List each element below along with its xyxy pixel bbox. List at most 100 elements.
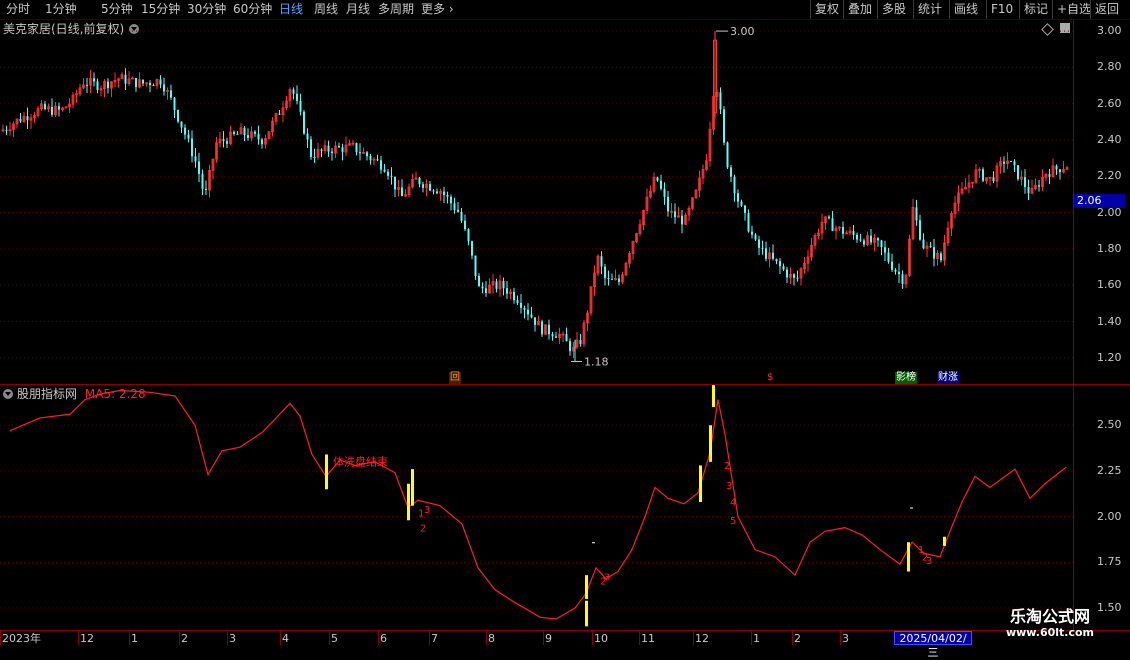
indicator-tick-label: 1.75 xyxy=(1097,555,1122,569)
candle-body xyxy=(44,103,46,109)
candle-body xyxy=(877,238,879,241)
candle-body xyxy=(901,274,904,284)
period-tab-9[interactable]: 多周期 xyxy=(378,1,414,18)
candle-body xyxy=(201,174,204,189)
signal-bar xyxy=(411,469,414,506)
time-axis-label: 2 xyxy=(794,632,801,645)
candle-body xyxy=(663,188,666,197)
candle-body xyxy=(355,143,358,153)
period-tab-1[interactable]: 1分钟 xyxy=(45,1,77,18)
toolbar-button-0[interactable]: 复权 xyxy=(815,1,839,18)
toolbar-button-8[interactable]: 返回 xyxy=(1095,1,1119,18)
time-axis-label: 10 xyxy=(594,632,608,645)
period-tab-4[interactable]: 30分钟 xyxy=(187,1,226,18)
event-marker-2[interactable]: 影榜 xyxy=(895,372,917,384)
candle-body xyxy=(58,106,60,110)
time-axis-separator xyxy=(0,631,1,645)
candle-body xyxy=(194,156,197,162)
candle-body xyxy=(1017,165,1019,180)
candle-body xyxy=(859,239,862,241)
candle-body xyxy=(758,239,760,248)
candle-body xyxy=(863,240,865,245)
candle-body xyxy=(443,191,445,195)
candle-body xyxy=(1013,161,1016,166)
candle-body xyxy=(96,81,99,91)
candle-body xyxy=(303,111,305,134)
period-tab-8[interactable]: 月线 xyxy=(346,1,370,18)
time-axis-label: 2 xyxy=(181,632,188,645)
current-price-tag: 2.06 xyxy=(1074,194,1125,208)
candle-body xyxy=(565,334,568,342)
candle-body xyxy=(299,100,302,112)
toolbar-button-1[interactable]: 叠加 xyxy=(848,1,872,18)
toolbar-button-2[interactable]: 多股 xyxy=(882,1,906,18)
event-marker-3[interactable]: 财涨 xyxy=(937,372,959,384)
period-tab-10[interactable]: 更多 › xyxy=(421,1,454,18)
toolbar-button-7[interactable]: +自选 xyxy=(1057,1,1091,18)
watermark-url: www.60lt.com xyxy=(1005,626,1095,639)
candle-body xyxy=(992,177,995,182)
toolbar-separator xyxy=(843,0,844,19)
candle-body xyxy=(607,278,610,280)
candle-body xyxy=(502,280,505,289)
candle-body xyxy=(471,241,473,256)
event-marker-1[interactable]: $ xyxy=(766,372,774,384)
candle-body xyxy=(159,79,162,85)
candle-body xyxy=(474,255,477,276)
time-axis-label: 9 xyxy=(545,632,552,645)
time-axis-separator xyxy=(543,631,544,645)
candle-body xyxy=(383,169,386,172)
candle-body xyxy=(292,89,295,94)
candle-body xyxy=(513,291,515,301)
time-axis-separator xyxy=(280,631,281,645)
candle-body xyxy=(674,211,676,218)
time-axis-label: 2023年 xyxy=(2,632,41,645)
period-tab-3[interactable]: 15分钟 xyxy=(141,1,180,18)
signal-bar xyxy=(943,536,946,546)
candle-body xyxy=(390,175,393,177)
candle-body xyxy=(205,188,207,191)
candle-body xyxy=(660,180,662,189)
candle-body xyxy=(880,240,883,248)
candle-body xyxy=(418,177,421,185)
period-tab-7[interactable]: 周线 xyxy=(314,1,338,18)
time-axis-separator xyxy=(329,631,330,645)
candle-body xyxy=(1038,185,1040,187)
candle-body xyxy=(527,309,529,315)
candle-body xyxy=(327,145,330,152)
candle-body xyxy=(338,146,340,148)
candle-body xyxy=(226,140,228,144)
candle-body xyxy=(198,161,200,175)
toolbar-button-6[interactable]: 标记 xyxy=(1024,1,1048,18)
candle-body xyxy=(856,234,858,240)
candle-body xyxy=(369,156,372,160)
period-tab-5[interactable]: 60分钟 xyxy=(233,1,272,18)
toolbar-button-5[interactable]: F10 xyxy=(991,1,1013,18)
period-tab-6[interactable]: 日线 xyxy=(279,1,303,18)
kline-chart[interactable]: 3.001.18体洗盘结束1 32232345123 xyxy=(0,20,1073,630)
time-axis-separator xyxy=(179,631,180,645)
candle-body xyxy=(243,127,246,136)
candle-body xyxy=(744,205,746,214)
candle-body xyxy=(26,116,29,121)
period-tab-2[interactable]: 5分钟 xyxy=(101,1,133,18)
event-marker-0[interactable]: 回 xyxy=(449,372,461,384)
toolbar-separator xyxy=(810,0,811,19)
candle-body xyxy=(719,92,722,110)
candle-body xyxy=(149,82,151,86)
candle-body xyxy=(1010,161,1012,163)
candle-body xyxy=(604,266,606,279)
toolbar-button-3[interactable]: 统计 xyxy=(918,1,942,18)
wash-end-annotation: 体洗盘结束 xyxy=(333,454,388,468)
candle-body xyxy=(723,109,725,143)
period-tab-0[interactable]: 分时 xyxy=(6,1,30,18)
candle-body xyxy=(1048,174,1051,177)
toolbar-button-4[interactable]: 画线 xyxy=(954,1,978,18)
candle-body xyxy=(737,193,739,202)
candle-body xyxy=(233,131,235,134)
candle-body xyxy=(457,209,459,212)
signal-bar xyxy=(407,483,410,521)
candle-body xyxy=(747,213,750,232)
candle-body xyxy=(919,220,921,240)
candle-body xyxy=(107,81,109,89)
